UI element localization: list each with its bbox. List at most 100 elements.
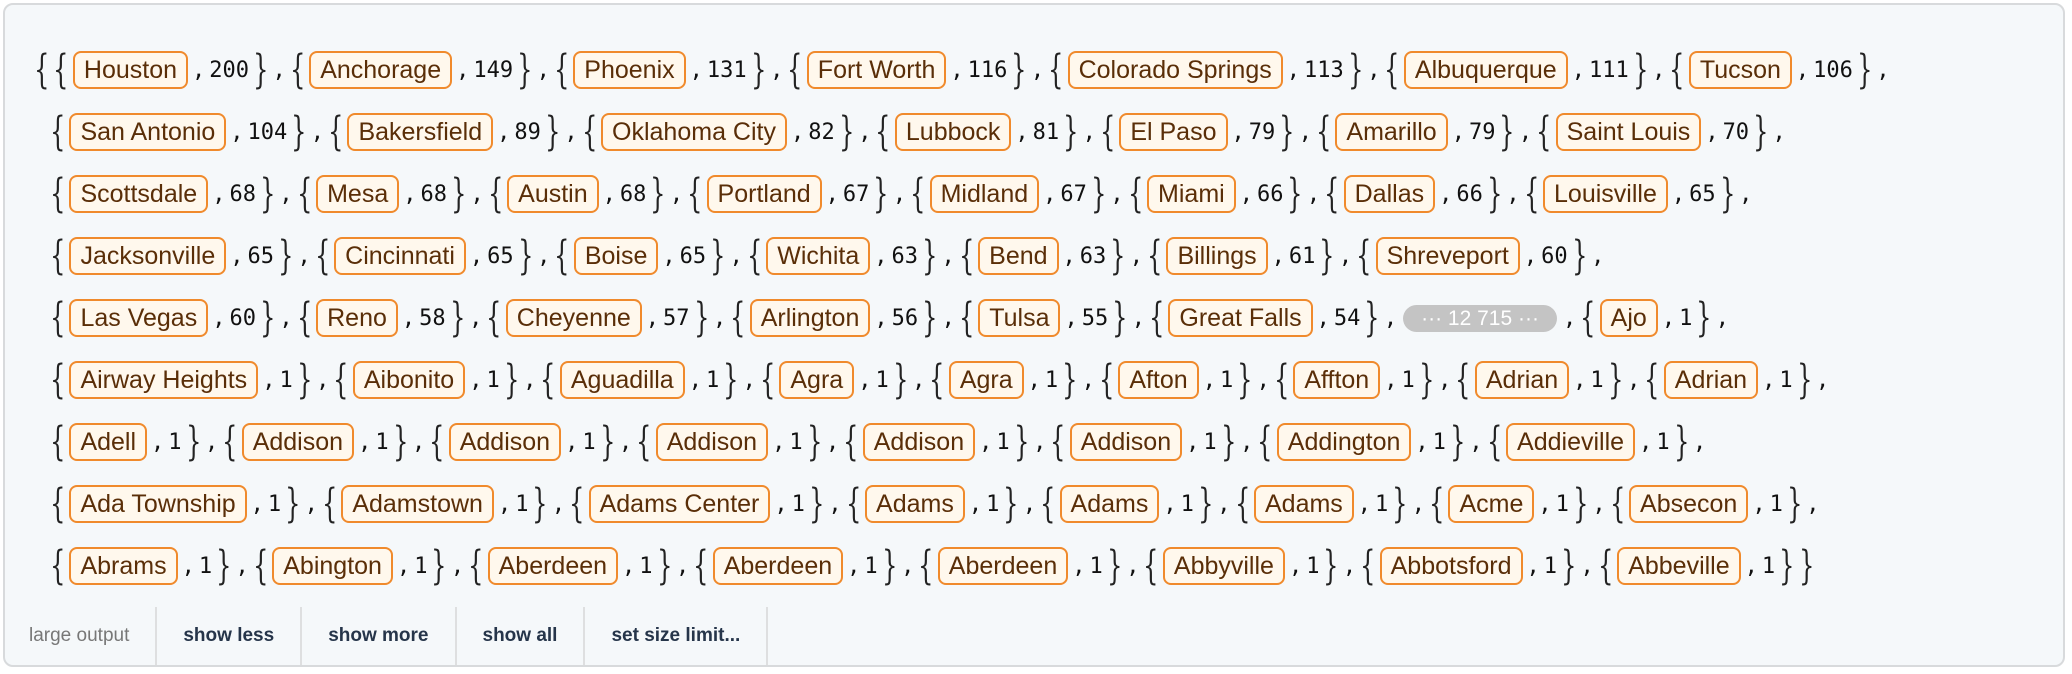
city-entity[interactable]: Dallas xyxy=(1343,175,1436,213)
city-entity[interactable]: Aguadilla xyxy=(559,361,685,399)
city-entity[interactable]: Addison xyxy=(1069,423,1183,461)
city-entity[interactable]: San Antonio xyxy=(69,113,227,151)
city-entity[interactable]: Adamstown xyxy=(341,485,494,523)
city-entity[interactable]: Adams xyxy=(1253,485,1354,523)
count-value: 116 xyxy=(967,57,1008,83)
separator-comma: , xyxy=(1739,181,1753,207)
count-value: 1 xyxy=(1089,553,1103,579)
city-entity[interactable]: El Paso xyxy=(1119,113,1228,151)
set-size-limit-button[interactable]: set size limit... xyxy=(585,607,769,665)
separator-comma: , xyxy=(1256,367,1270,393)
pair-close-brace: } xyxy=(260,295,276,341)
pair-open-brace: { xyxy=(843,419,859,465)
pair-open-brace: { xyxy=(1609,481,1625,527)
city-entity[interactable]: Adams xyxy=(865,485,965,523)
city-entity[interactable]: Absecon xyxy=(1629,485,1749,523)
city-entity[interactable]: Abington xyxy=(272,547,393,585)
city-entity[interactable]: Aberdeen xyxy=(712,547,844,585)
city-entity[interactable]: Agra xyxy=(779,361,855,399)
comma: , xyxy=(1571,57,1585,83)
city-entity[interactable]: Fort Worth xyxy=(806,51,947,89)
city-entity[interactable]: Acme xyxy=(1448,485,1535,523)
city-entity[interactable]: Amarillo xyxy=(1335,113,1448,151)
city-entity[interactable]: Aibonito xyxy=(352,361,466,399)
comma: , xyxy=(212,181,226,207)
city-entity[interactable]: Ada Township xyxy=(69,485,247,523)
output-row: {Airway Heights, 1}, {Aibonito, 1}, {Agu… xyxy=(32,349,2052,411)
city-entity[interactable]: Las Vegas xyxy=(69,299,209,337)
city-entity[interactable]: Affton xyxy=(1293,361,1381,399)
city-entity[interactable]: Cheyenne xyxy=(505,299,642,337)
city-entity[interactable]: Shreveport xyxy=(1375,237,1520,275)
city-entity[interactable]: Ajo xyxy=(1599,299,1658,337)
city-entity[interactable]: Austin xyxy=(507,175,599,213)
output-row: {Scottsdale, 68}, {Mesa, 68}, {Austin, 6… xyxy=(32,163,2052,225)
city-entity[interactable]: Bend xyxy=(978,237,1059,275)
city-entity[interactable]: Abrams xyxy=(69,547,178,585)
city-entity[interactable]: Abbotsford xyxy=(1379,547,1523,585)
city-entity[interactable]: Afton xyxy=(1118,361,1199,399)
city-entity[interactable]: Miami xyxy=(1147,175,1236,213)
city-entity[interactable]: Billings xyxy=(1166,237,1268,275)
city-entity[interactable]: Cincinnati xyxy=(334,237,466,275)
city-entity[interactable]: Adams Center xyxy=(588,485,771,523)
city-entity[interactable]: Boise xyxy=(573,237,659,275)
city-entity[interactable]: Tulsa xyxy=(978,299,1061,337)
pair-close-brace: } xyxy=(185,419,201,465)
city-entity[interactable]: Abbyville xyxy=(1162,547,1285,585)
city-entity[interactable]: Bakersfield xyxy=(347,113,494,151)
show-less-button[interactable]: show less xyxy=(157,607,303,665)
city-entity[interactable]: Aberdeen xyxy=(487,547,619,585)
pair-close-brace: } xyxy=(1719,171,1735,217)
pair-close-brace: } xyxy=(1062,357,1078,403)
comma: , xyxy=(1639,429,1653,455)
city-entity[interactable]: Abbeville xyxy=(1617,547,1741,585)
city-entity[interactable]: Saint Louis xyxy=(1555,113,1702,151)
city-entity[interactable]: Addison xyxy=(241,423,355,461)
comma: , xyxy=(1357,491,1372,517)
show-all-button[interactable]: show all xyxy=(457,607,586,665)
city-entity[interactable]: Aberdeen xyxy=(937,547,1069,585)
pair-open-brace: { xyxy=(929,357,945,403)
elided-items-button[interactable]: ··· 12 715 ··· xyxy=(1403,304,1557,332)
pair-open-brace: { xyxy=(746,233,763,279)
city-entity[interactable]: Addison xyxy=(448,423,562,461)
city-entity[interactable]: Albuquerque xyxy=(1403,51,1568,89)
show-more-button[interactable]: show more xyxy=(302,607,457,665)
comma: , xyxy=(1043,181,1057,207)
comma: , xyxy=(212,305,226,331)
count-value: 82 xyxy=(808,119,835,145)
city-entity[interactable]: Arlington xyxy=(749,299,871,337)
city-entity[interactable]: Addington xyxy=(1276,423,1412,461)
city-entity[interactable]: Adell xyxy=(69,423,148,461)
comma: , xyxy=(1573,367,1587,393)
count-value: 104 xyxy=(247,119,288,145)
city-entity[interactable]: Anchorage xyxy=(309,51,453,89)
city-entity[interactable]: Oklahoma City xyxy=(601,113,787,151)
city-entity[interactable]: Jacksonville xyxy=(69,237,227,275)
city-entity[interactable]: Lubbock xyxy=(894,113,1012,151)
city-entity[interactable]: Great Falls xyxy=(1168,299,1313,337)
city-entity[interactable]: Addison xyxy=(862,423,976,461)
city-entity[interactable]: Tucson xyxy=(1688,51,1792,89)
city-entity[interactable]: Wichita xyxy=(766,237,871,275)
city-entity[interactable]: Airway Heights xyxy=(69,361,259,399)
output-row: {Abrams, 1}, {Abington, 1}, {Aberdeen, 1… xyxy=(32,535,2052,597)
city-entity[interactable]: Adrian xyxy=(1663,361,1759,399)
city-entity[interactable]: Houston xyxy=(72,51,189,89)
city-entity[interactable]: Colorado Springs xyxy=(1067,51,1283,89)
city-entity[interactable]: Scottsdale xyxy=(69,175,209,213)
city-entity[interactable]: Adrian xyxy=(1474,361,1570,399)
city-entity[interactable]: Addison xyxy=(655,423,769,461)
city-entity[interactable]: Portland xyxy=(706,175,822,213)
city-entity[interactable]: Reno xyxy=(316,299,398,337)
city-entity[interactable]: Mesa xyxy=(316,175,400,213)
pair-open-brace: { xyxy=(1536,109,1552,155)
city-entity[interactable]: Addieville xyxy=(1506,423,1636,461)
city-entity[interactable]: Agra xyxy=(948,361,1024,399)
city-entity[interactable]: Adams xyxy=(1059,485,1160,523)
city-entity[interactable]: Midland xyxy=(929,175,1040,213)
city-entity[interactable]: Phoenix xyxy=(573,51,686,89)
city-entity[interactable]: Louisville xyxy=(1543,175,1668,213)
pair-open-brace: { xyxy=(569,481,585,527)
